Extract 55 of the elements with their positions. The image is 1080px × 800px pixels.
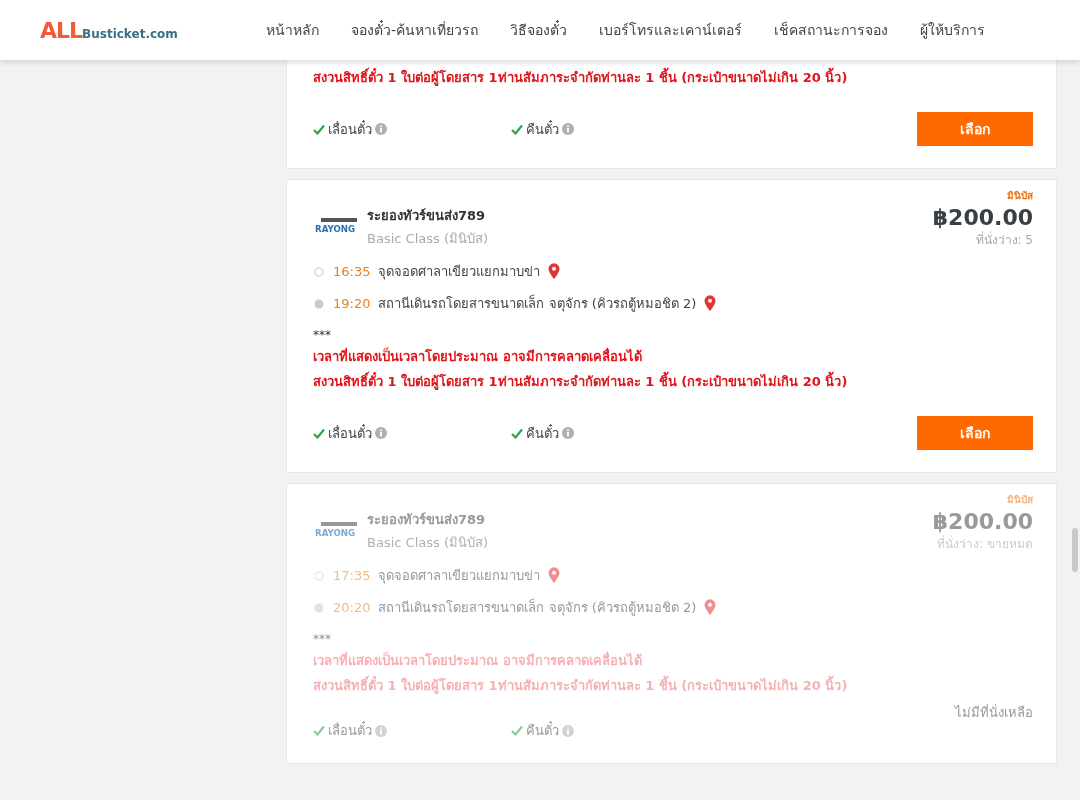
timeline-dot-icon xyxy=(313,601,325,614)
sold-out-text: ไม่มีที่นั่งเหลือ xyxy=(955,703,1033,722)
feature-label: คืนตั๋ว xyxy=(526,119,559,139)
map-pin-icon xyxy=(704,295,717,312)
note-text: *** xyxy=(313,632,332,646)
nav-link[interactable]: ผู้ให้บริการ xyxy=(904,19,1002,41)
price: ฿200.00 xyxy=(932,205,1033,230)
departure-time: 16:35 xyxy=(333,264,371,279)
operator-name: ระยองทัวร์ขนส่ง789 xyxy=(367,511,487,529)
info-icon xyxy=(562,123,574,135)
feature-label: เลื่อนตั๋ว xyxy=(328,720,372,740)
info-icon xyxy=(375,724,387,737)
operator-logo: RAYONG xyxy=(313,519,359,543)
nav-link[interactable]: เบอร์โทรและเคาน์เตอร์ xyxy=(583,19,759,41)
info-icon xyxy=(375,123,387,135)
bus-type-label: มินิบัส xyxy=(1007,493,1033,507)
feature-label: คืนตั๋ว xyxy=(526,423,559,443)
timeline-dot-icon xyxy=(313,569,325,582)
departure-time: 17:35 xyxy=(333,568,371,583)
warning-text: เวลาที่แสดงเป็นเวลาโดยประมาณ อาจมีการคลาดเคลื่อนได้ xyxy=(313,650,643,670)
scrollbar[interactable] xyxy=(1072,528,1078,572)
feature-label: เลื่อนตั๋ว xyxy=(328,119,372,139)
logo-text[interactable]: Busticket.com xyxy=(82,26,178,41)
warning-text: สงวนสิทธิ์ตั๋ว 1 ใบต่อผู้โดยสาร 1ท่านสัมภาระจำกัดท่านละ 1 ชิ้น (กระเป๋าขนาดไม่เกิน 20 นิ้ว) xyxy=(313,371,1033,392)
nav-link[interactable]: หน้าหลัก xyxy=(250,19,335,41)
seats-available: ที่นั่งว่าง: 5 xyxy=(975,230,1033,249)
feature-label: คืนตั๋ว xyxy=(526,720,559,740)
stop-name: สถานีเดินรถโดยสารขนาดเล็ก จตุจักร (คิวรถตู้หมอชิต 2) xyxy=(378,597,697,618)
stop-name: จุดจอดศาลาเขียวแยกมาบข่า xyxy=(378,567,541,586)
departure-time: 20:20 xyxy=(333,600,371,615)
nav-link[interactable]: วิธีจองตั๋ว xyxy=(494,19,584,41)
bus-type-label: มินิบัส xyxy=(1007,189,1033,203)
bus-class: Basic Class (มินิบัส) xyxy=(367,230,489,248)
info-icon xyxy=(562,427,574,439)
warning-text: สงวนสิทธิ์ตั๋ว 1 ใบต่อผู้โดยสาร 1ท่านสัมภาระจำกัดท่านละ 1 ชิ้น (กระเป๋าขนาดไม่เกิน 20 นิ้ว) xyxy=(313,67,1033,88)
timeline-dot-icon xyxy=(313,265,325,278)
nav-link[interactable]: เช็คสถานะการจอง xyxy=(758,19,905,41)
nav-link[interactable]: จองตั๋ว-ค้นหาเที่ยวรถ xyxy=(335,19,495,41)
timeline-dot-icon xyxy=(313,297,325,310)
operator-logo: RAYONG xyxy=(313,215,359,239)
map-pin-icon xyxy=(704,599,717,616)
stop-name: จุดจอดศาลาเขียวแยกมาบข่า xyxy=(378,263,541,282)
info-icon xyxy=(562,724,574,737)
map-pin-icon xyxy=(548,263,561,280)
warning-text: สงวนสิทธิ์ตั๋ว 1 ใบต่อผู้โดยสาร 1ท่านสัมภาระจำกัดท่านละ 1 ชิ้น (กระเป๋าขนาดไม่เกิน 20 นิ้ว) xyxy=(313,675,1033,696)
operator-name: ระยองทัวร์ขนส่ง789 xyxy=(367,207,487,225)
note-text: *** xyxy=(313,328,332,342)
feature-label: เลื่อนตั๋ว xyxy=(328,423,372,443)
info-icon xyxy=(375,427,387,439)
departure-time: 19:20 xyxy=(333,296,371,311)
bus-class: Basic Class (มินิบัส) xyxy=(367,534,489,552)
stop-name: สถานีเดินรถโดยสารขนาดเล็ก จตุจักร (คิวรถตู้หมอชิต 2) xyxy=(378,293,697,314)
price: ฿200.00 xyxy=(932,509,1033,534)
map-pin-icon xyxy=(548,567,561,584)
warning-text: เวลาที่แสดงเป็นเวลาโดยประมาณ อาจมีการคลาดเคลื่อนได้ xyxy=(313,346,643,366)
